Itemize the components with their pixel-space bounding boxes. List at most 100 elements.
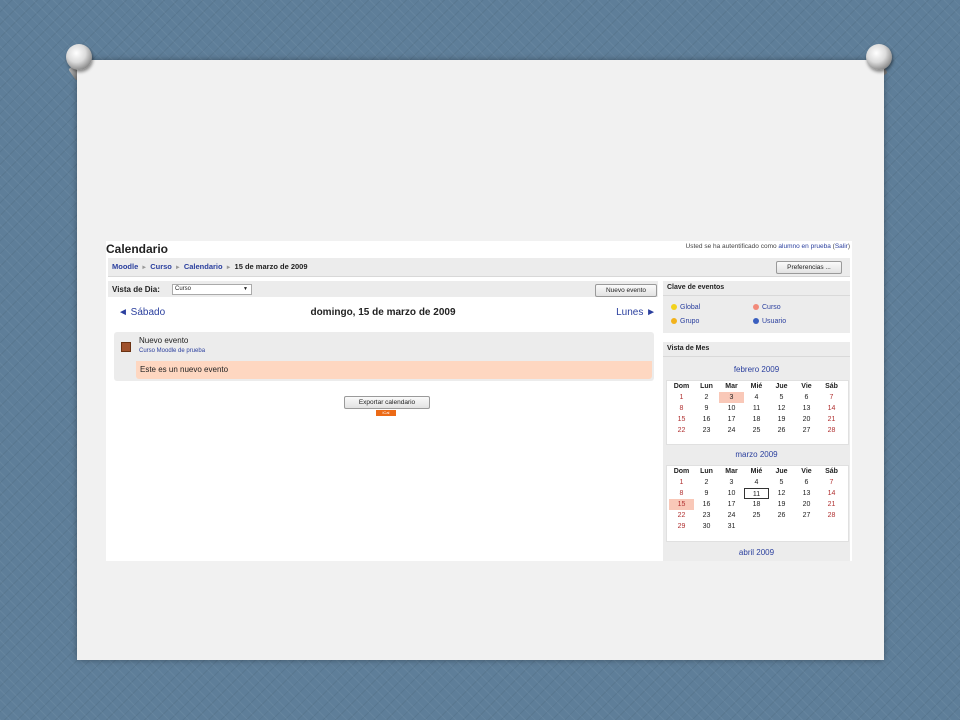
breadcrumb-curso[interactable]: Curso: [150, 262, 172, 271]
calendar-day[interactable]: 19: [769, 499, 794, 510]
calendar-day[interactable]: 10: [719, 403, 744, 414]
calendar-day[interactable]: 14: [819, 488, 844, 499]
month-title-abril[interactable]: abril 2009: [663, 548, 850, 557]
new-event-button[interactable]: Nuevo evento: [595, 284, 657, 297]
breadcrumb: Moodle ► Curso ► Calendario ► 15 de marzo de 2…: [112, 262, 308, 271]
login-prefix: Usted se ha autentificado como: [685, 243, 779, 250]
weekday-header: Mié: [750, 468, 763, 475]
legend-item-usuario[interactable]: Usuario: [753, 318, 786, 325]
breadcrumb-moodle[interactable]: Moodle: [112, 262, 138, 271]
calendar-day[interactable]: 30: [694, 521, 719, 532]
calendar-day[interactable]: 5: [769, 477, 794, 488]
calendar-day[interactable]: 2: [694, 392, 719, 403]
logout-link[interactable]: Salir: [835, 243, 848, 250]
moodle-screenshot: Calendario Usted se ha autentificado com…: [106, 241, 852, 561]
export-calendar-button[interactable]: Exportar calendario: [344, 396, 430, 409]
calendar-day[interactable]: 25: [744, 425, 769, 436]
course-select-value: Curso: [175, 286, 192, 292]
calendar-day[interactable]: 17: [719, 414, 744, 425]
calendar-day[interactable]: 21: [819, 499, 844, 510]
next-day-link[interactable]: Lunes ►: [616, 307, 656, 318]
calendar-day[interactable]: 13: [794, 403, 819, 414]
calendar-day[interactable]: 1: [669, 392, 694, 403]
breadcrumb-calendario[interactable]: Calendario: [184, 262, 223, 271]
calendar-day[interactable]: 3: [719, 477, 744, 488]
legend-title: Clave de eventos: [663, 281, 850, 296]
legend-item-grupo[interactable]: Grupo: [671, 318, 699, 325]
event-legend-block: Clave de eventos Global Curso Grupo Usua…: [663, 281, 850, 333]
calendar-day[interactable]: 6: [794, 392, 819, 403]
pushpin-icon: [866, 44, 892, 70]
calendar-day[interactable]: 14: [819, 403, 844, 414]
event-card: Nuevo evento Curso Moodle de prueba Este…: [114, 332, 654, 381]
calendar-day[interactable]: 10: [719, 488, 744, 499]
calendar-day[interactable]: 9: [694, 403, 719, 414]
calendar-day[interactable]: 13: [794, 488, 819, 499]
legend-item-curso[interactable]: Curso: [753, 304, 781, 311]
calendar-day[interactable]: 11: [744, 403, 769, 414]
user-link[interactable]: alumno en prueba: [778, 243, 830, 250]
calendar-day[interactable]: 27: [794, 510, 819, 521]
calendar-day[interactable]: 31: [719, 521, 744, 532]
calendar-day[interactable]: 4: [744, 477, 769, 488]
event-course-link[interactable]: Curso Moodle de prueba: [139, 348, 205, 354]
calendar-day[interactable]: 25: [744, 510, 769, 521]
calendar-day[interactable]: 17: [719, 499, 744, 510]
calendar-day[interactable]: 16: [694, 499, 719, 510]
calendar-day[interactable]: 7: [819, 477, 844, 488]
calendar-day[interactable]: 5: [769, 392, 794, 403]
calendar-day[interactable]: 15: [669, 414, 694, 425]
calendar-day[interactable]: 16: [694, 414, 719, 425]
mini-calendar-marzo: Dom Lun Mar Mié Jue Vie Sáb 1 2 3 4 5 6 7 8 9 10 11 12 13 14…: [666, 465, 849, 542]
group-dot-icon: [671, 318, 677, 325]
calendar-day[interactable]: 28: [819, 425, 844, 436]
calendar-day[interactable]: 11: [744, 488, 769, 499]
calendar-day[interactable]: 12: [769, 403, 794, 414]
calendar-day[interactable]: 26: [769, 510, 794, 521]
calendar-day[interactable]: 28: [819, 510, 844, 521]
calendar-day[interactable]: 27: [794, 425, 819, 436]
calendar-day[interactable]: 1: [669, 477, 694, 488]
month-title-marzo[interactable]: marzo 2009: [663, 450, 850, 459]
calendar-day[interactable]: 21: [819, 414, 844, 425]
header: Calendario Usted se ha autentificado com…: [106, 241, 852, 257]
login-paren-close: ): [847, 243, 850, 250]
weekday-header: Vie: [801, 383, 812, 390]
calendar-day[interactable]: 12: [769, 488, 794, 499]
global-dot-icon: [671, 304, 677, 311]
calendar-day[interactable]: 26: [769, 425, 794, 436]
month-title-febrero[interactable]: febrero 2009: [663, 365, 850, 374]
preferences-button[interactable]: Preferencias ...: [776, 261, 842, 274]
calendar-day[interactable]: 18: [744, 499, 769, 510]
calendar-day[interactable]: 22: [669, 425, 694, 436]
calendar-day[interactable]: 29: [669, 521, 694, 532]
legend-item-global[interactable]: Global: [671, 304, 700, 311]
dropdown-arrow-icon: ▼: [243, 286, 248, 292]
ical-badge[interactable]: iCal: [376, 410, 396, 416]
calendar-day[interactable]: 6: [794, 477, 819, 488]
calendar-day[interactable]: 2: [694, 477, 719, 488]
day-navigation: domingo, 15 de marzo de 2009 ◄ Sábado Lu…: [108, 305, 658, 321]
course-select[interactable]: Curso ▼: [172, 284, 252, 295]
calendar-day[interactable]: 24: [719, 425, 744, 436]
calendar-day[interactable]: 3: [719, 392, 744, 403]
calendar-day[interactable]: 7: [819, 392, 844, 403]
calendar-day[interactable]: 24: [719, 510, 744, 521]
calendar-day[interactable]: 9: [694, 488, 719, 499]
weekday-header: Mar: [725, 468, 738, 475]
calendar-day[interactable]: 20: [794, 414, 819, 425]
calendar-day[interactable]: 20: [794, 499, 819, 510]
breadcrumb-separator-icon: ►: [225, 265, 232, 271]
calendar-day[interactable]: 18: [744, 414, 769, 425]
calendar-day[interactable]: 15: [669, 499, 694, 510]
calendar-day[interactable]: 8: [669, 488, 694, 499]
calendar-day[interactable]: 23: [694, 510, 719, 521]
calendar-day[interactable]: 8: [669, 403, 694, 414]
previous-day-link[interactable]: ◄ Sábado: [118, 307, 165, 318]
day-view-panel: Vista de Dia: Curso ▼ Nuevo evento domin…: [108, 281, 658, 561]
calendar-day[interactable]: 23: [694, 425, 719, 436]
calendar-day[interactable]: 19: [769, 414, 794, 425]
calendar-day[interactable]: 22: [669, 510, 694, 521]
breadcrumb-separator-icon: ►: [174, 265, 181, 271]
calendar-day[interactable]: 4: [744, 392, 769, 403]
